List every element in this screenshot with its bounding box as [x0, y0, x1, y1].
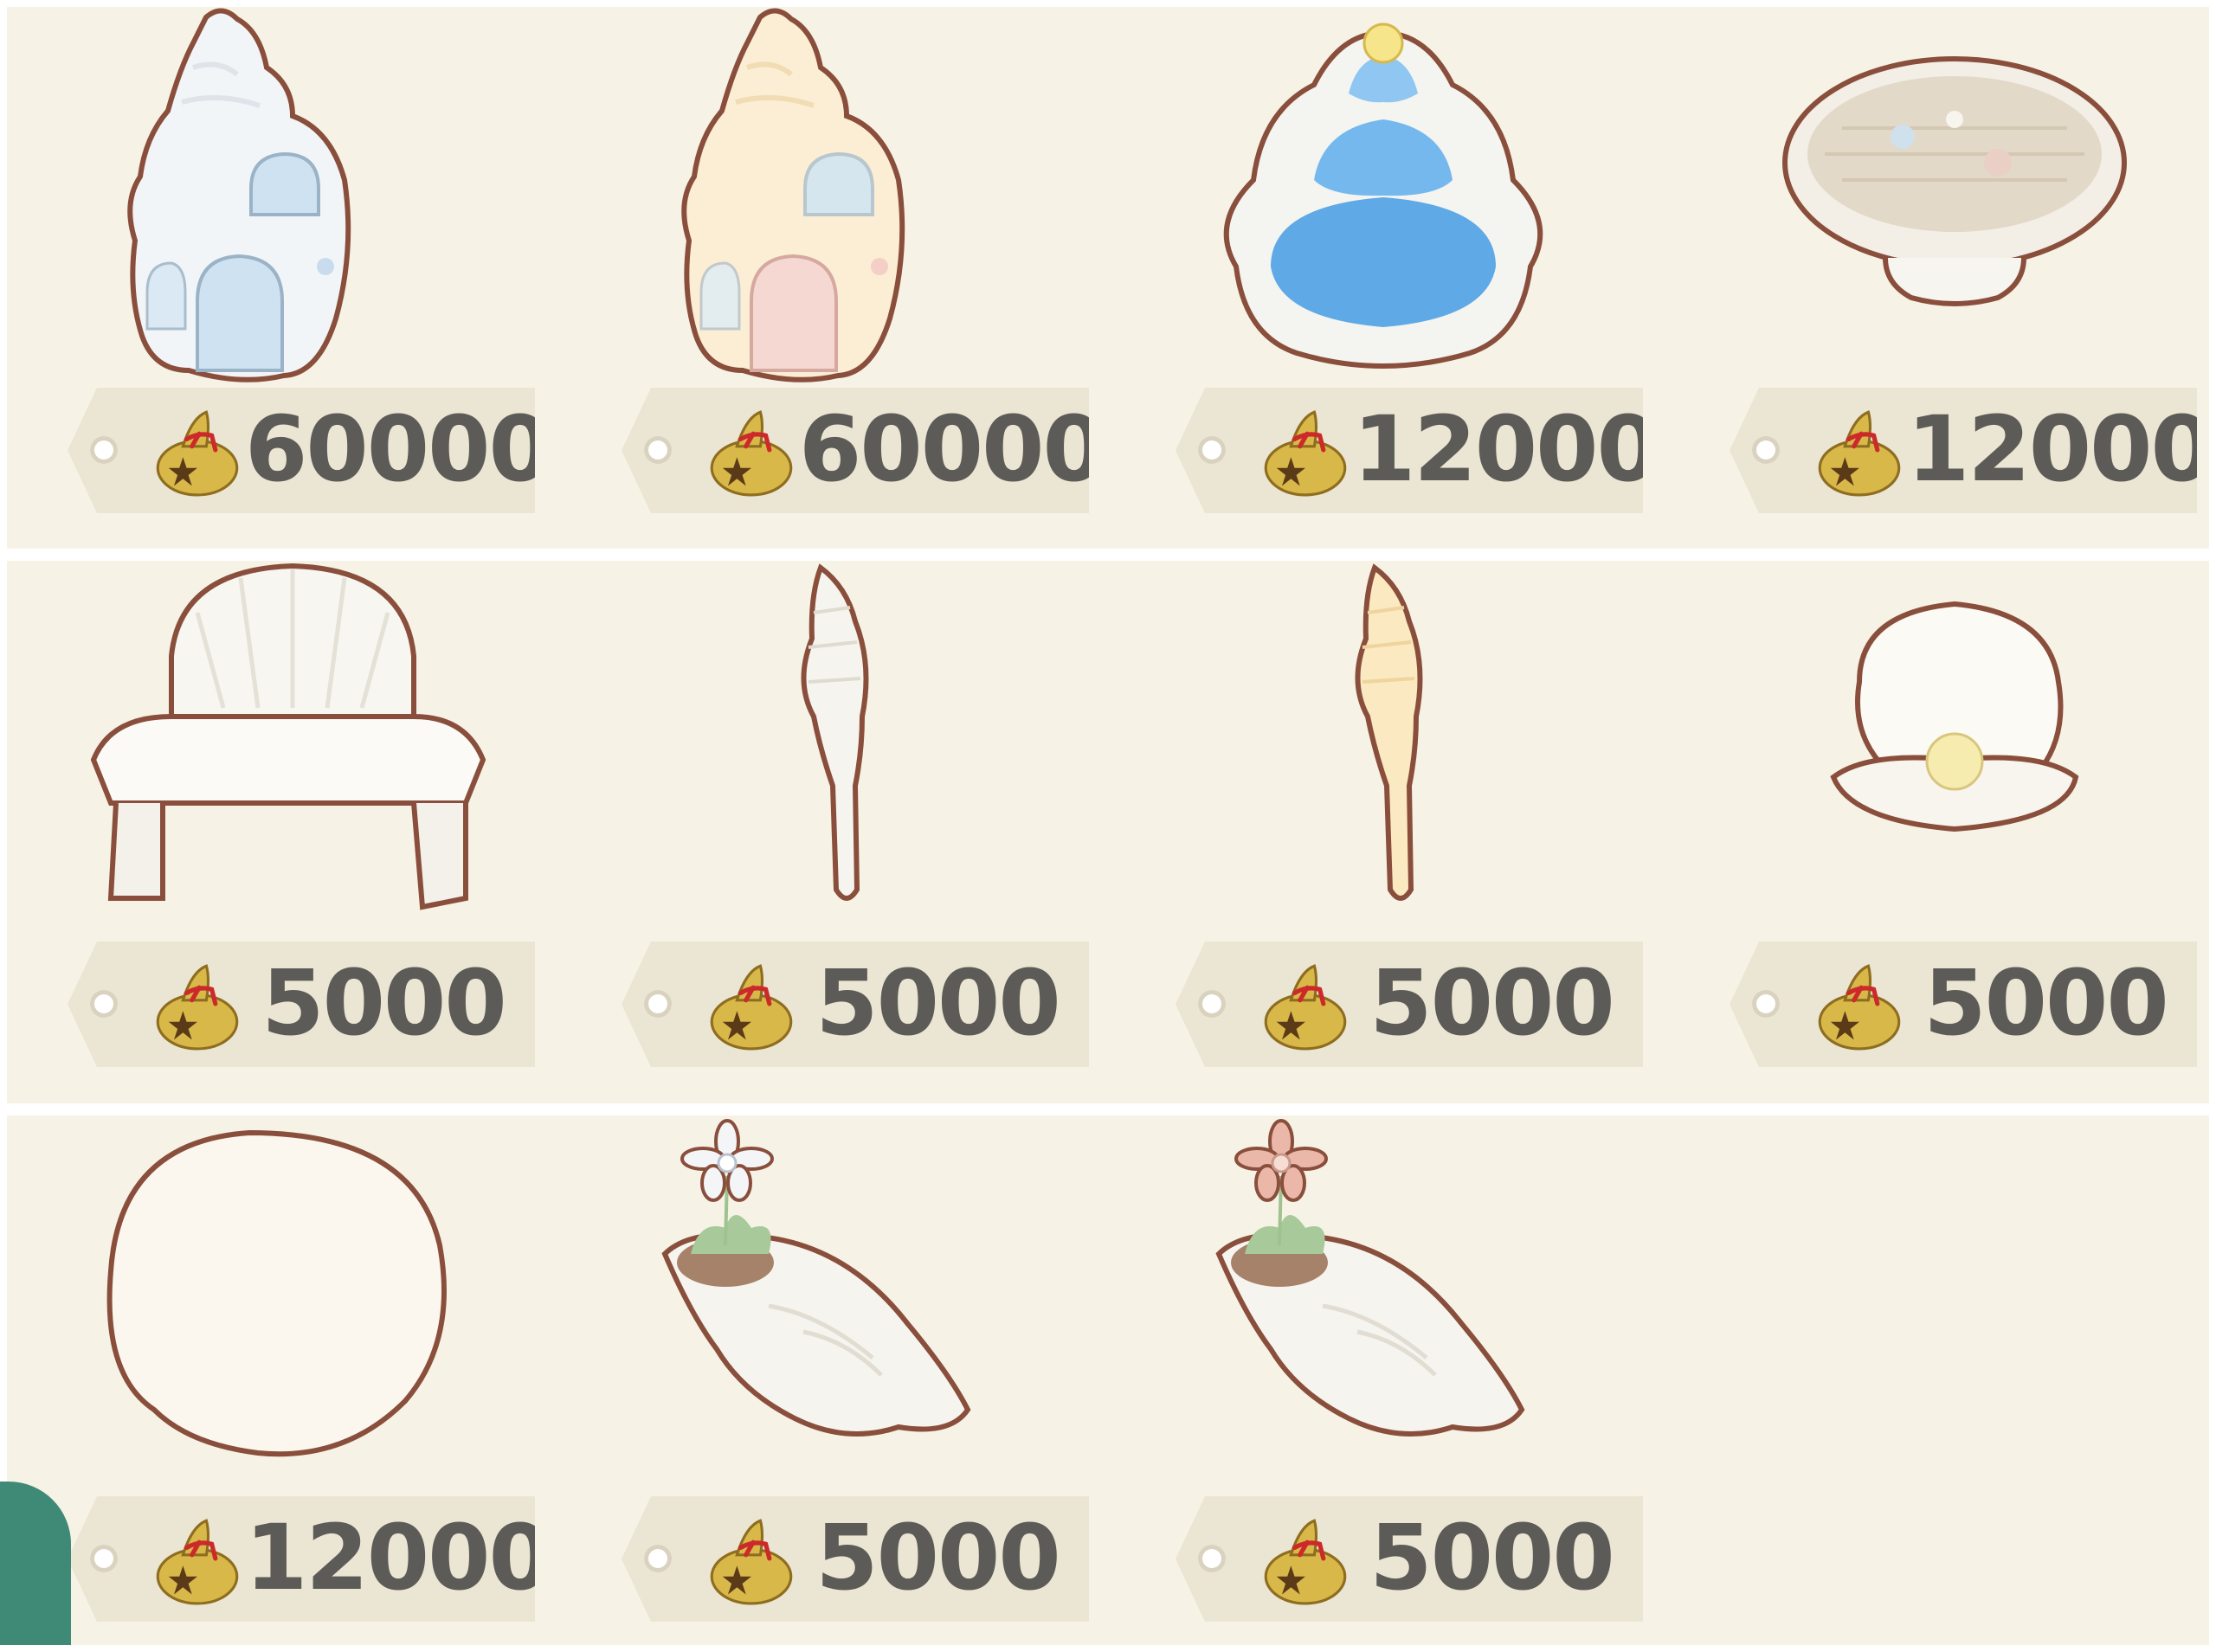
price-tag: 60000 [68, 388, 535, 513]
price-tag: 5000 [1730, 942, 2197, 1067]
price-tag: 60000 [622, 388, 1089, 513]
price-value: 5000 [1923, 950, 2168, 1056]
bell-bag-icon [152, 407, 242, 497]
shop-item[interactable]: 12000 [33, 1115, 552, 1652]
tag-hole [1752, 436, 1780, 464]
item-row: 12000 5000 5000 [7, 1115, 2209, 1645]
bell-bag-icon [1814, 961, 1904, 1051]
tag-hole [1752, 990, 1780, 1018]
bell-bag-icon [152, 961, 242, 1051]
shop-item[interactable]: 5000 [1141, 561, 1660, 1097]
conch-planter-pink-flower-icon [1141, 1115, 1660, 1522]
white-conch-lamp-icon [587, 561, 1106, 967]
shop-item[interactable]: 5000 [1141, 1115, 1660, 1652]
price-value: 60000 [799, 396, 1104, 502]
price-tag: 5000 [68, 942, 535, 1067]
bell-bag-icon [1260, 1515, 1350, 1605]
bell-bag-icon [706, 407, 796, 497]
price-value: 5000 [1369, 950, 1614, 1056]
shell-fountain-icon [1141, 7, 1660, 414]
price-tag: 5000 [622, 942, 1089, 1067]
shop-item[interactable]: 5000 [587, 561, 1106, 1097]
shop-item[interactable]: 5000 [587, 1115, 1106, 1652]
tag-hole [1198, 990, 1226, 1018]
tag-hole [90, 1545, 118, 1572]
tag-hole [1198, 1545, 1226, 1572]
tag-hole [644, 436, 672, 464]
shop-item[interactable]: 12000 [1695, 7, 2214, 543]
yellow-conch-lamp-icon [1141, 561, 1660, 967]
tag-hole [644, 1545, 672, 1572]
shop-item[interactable]: 60000 [33, 7, 552, 543]
price-value: 12000 [1907, 396, 2212, 502]
bell-bag-icon [152, 1515, 242, 1605]
tag-hole [644, 990, 672, 1018]
bell-bag-icon [1260, 961, 1350, 1051]
shell-table-bowl-icon [1695, 7, 2214, 414]
shop-item[interactable]: 5000 [33, 561, 552, 1097]
bell-bag-icon [1260, 407, 1350, 497]
tag-hole [1198, 436, 1226, 464]
price-tag: 5000 [1176, 1496, 1643, 1622]
price-value: 12000 [1353, 396, 1658, 502]
tag-hole [90, 436, 118, 464]
price-value: 5000 [1369, 1505, 1614, 1610]
price-value: 12000 [245, 1505, 550, 1610]
item-row: 60000 60000 12000 12000 [7, 7, 2209, 549]
bell-bag-icon [706, 1515, 796, 1605]
shop-item[interactable]: 5000 [1695, 561, 2214, 1097]
price-tag: 5000 [622, 1496, 1089, 1622]
bell-bag-icon [1814, 407, 1904, 497]
price-tag: 5000 [1176, 942, 1643, 1067]
cream-shell-house-icon [587, 7, 1106, 414]
item-row: 5000 5000 5000 5000 [7, 561, 2209, 1103]
price-value: 5000 [261, 950, 506, 1056]
shop-item[interactable]: 60000 [587, 7, 1106, 543]
bell-bag-icon [706, 961, 796, 1051]
pearl-oyster-icon [1695, 561, 2214, 967]
scallop-shell-bench-icon [33, 561, 552, 967]
price-value: 60000 [245, 396, 550, 502]
price-value: 5000 [815, 1505, 1060, 1610]
price-tag: 12000 [1730, 388, 2197, 513]
price-value: 5000 [815, 950, 1060, 1056]
price-tag: 12000 [68, 1496, 535, 1622]
shop-item[interactable]: 12000 [1141, 7, 1660, 543]
price-tag: 12000 [1176, 388, 1643, 513]
shell-rug-icon [33, 1115, 552, 1522]
white-shell-house-icon [33, 7, 552, 414]
conch-planter-white-flower-icon [587, 1115, 1106, 1522]
tag-hole [90, 990, 118, 1018]
